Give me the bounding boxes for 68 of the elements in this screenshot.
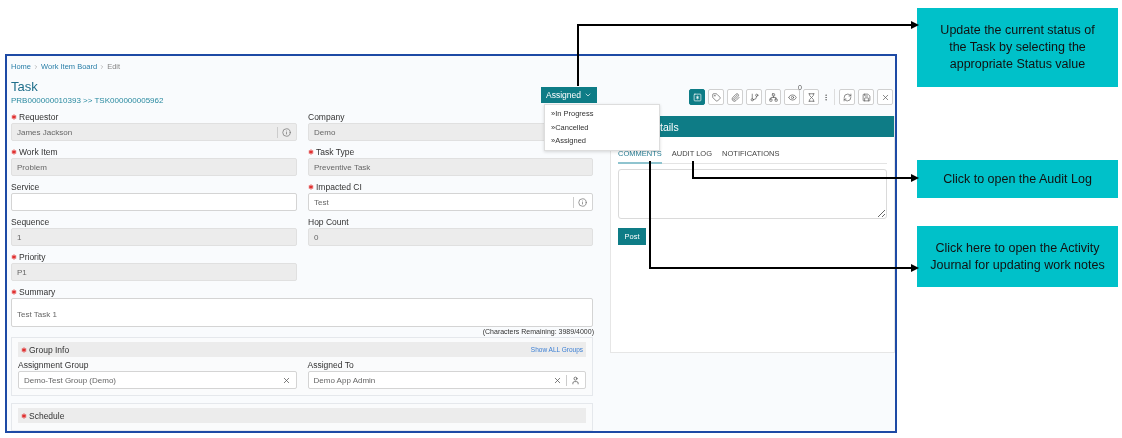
hierarchy-icon (768, 92, 778, 102)
clear-icon[interactable] (553, 375, 562, 385)
input-field[interactable]: James Jackson (11, 123, 297, 141)
page-title: Task (11, 80, 39, 95)
field-label: Work Item (19, 147, 58, 157)
record-id: PRB000000010393 >> TSK000000005962 (11, 96, 164, 106)
comment-field[interactable] (618, 169, 887, 219)
hierarchy-button[interactable] (765, 89, 781, 105)
chevron-icon (33, 63, 39, 70)
close-icon (880, 92, 890, 102)
input-field[interactable]: Test (308, 193, 593, 211)
tag-button[interactable] (708, 89, 724, 105)
more-icon (822, 92, 830, 102)
field-label: Service (11, 182, 40, 192)
branch-button[interactable] (746, 89, 762, 105)
required-icon (21, 346, 27, 353)
input-field[interactable]: P1 (11, 263, 297, 281)
field-label: Priority (19, 252, 46, 262)
input-field[interactable]: Preventive Task (308, 158, 593, 176)
input-field[interactable]: 1 (11, 228, 297, 246)
input-field[interactable]: Demo App Admin (307, 371, 586, 389)
panel-title: tails (660, 120, 679, 133)
close-button[interactable] (877, 89, 893, 105)
field-label: Hop Count (308, 217, 349, 227)
paperclip-button[interactable] (727, 89, 743, 105)
paperclip-icon (730, 92, 740, 102)
eye-icon (787, 92, 797, 102)
required-icon (11, 289, 17, 295)
section-title: Group Info (29, 344, 70, 355)
tag-icon (711, 92, 721, 102)
field-label: Impacted CI (316, 182, 362, 192)
hourglass-button[interactable] (803, 89, 819, 105)
field-label: Requestor (19, 112, 59, 122)
required-icon (308, 184, 314, 190)
input-field[interactable]: Demo-Test Group (Demo) (18, 371, 297, 389)
field-label: Assigned To (307, 360, 354, 370)
required-icon (11, 149, 17, 155)
refresh-icon (842, 92, 852, 102)
field-label: Task Type (316, 147, 355, 157)
asterisk-box-button[interactable] (689, 89, 705, 105)
input-field[interactable]: 0 (308, 228, 593, 246)
save-icon (861, 92, 871, 102)
required-icon (11, 254, 17, 260)
input-field[interactable]: Problem (11, 158, 297, 176)
asterisk-box-icon (692, 92, 702, 102)
info-icon[interactable] (282, 127, 291, 137)
callout-note: Click to open the Audit Log (917, 160, 1118, 198)
field-label: Sequence (11, 217, 50, 227)
hourglass-icon (806, 92, 816, 102)
person-icon[interactable] (571, 375, 580, 385)
save-button[interactable] (858, 89, 874, 105)
summary-field[interactable]: Test Task 1 (11, 298, 593, 327)
refresh-button[interactable] (839, 89, 855, 105)
required-icon (11, 114, 17, 120)
field-label: Summary (19, 287, 56, 297)
info-icon[interactable] (578, 197, 587, 207)
callout-note: Click here to open the Activity Journal for updating work notes (917, 226, 1118, 287)
required-icon (308, 149, 314, 155)
branch-icon (749, 92, 759, 102)
clear-icon[interactable] (281, 375, 291, 385)
status-dropdown[interactable]: Assigned (541, 87, 597, 104)
chevron-icon (99, 63, 106, 70)
field-label: Assignment Group (18, 360, 89, 370)
callout-note: Update the current status of the Task by selecting the appropriate Status value (917, 8, 1118, 87)
input-field[interactable] (11, 193, 297, 211)
field-label: Company (308, 112, 345, 122)
required-icon (21, 412, 27, 419)
section-title: Schedule (29, 410, 65, 421)
